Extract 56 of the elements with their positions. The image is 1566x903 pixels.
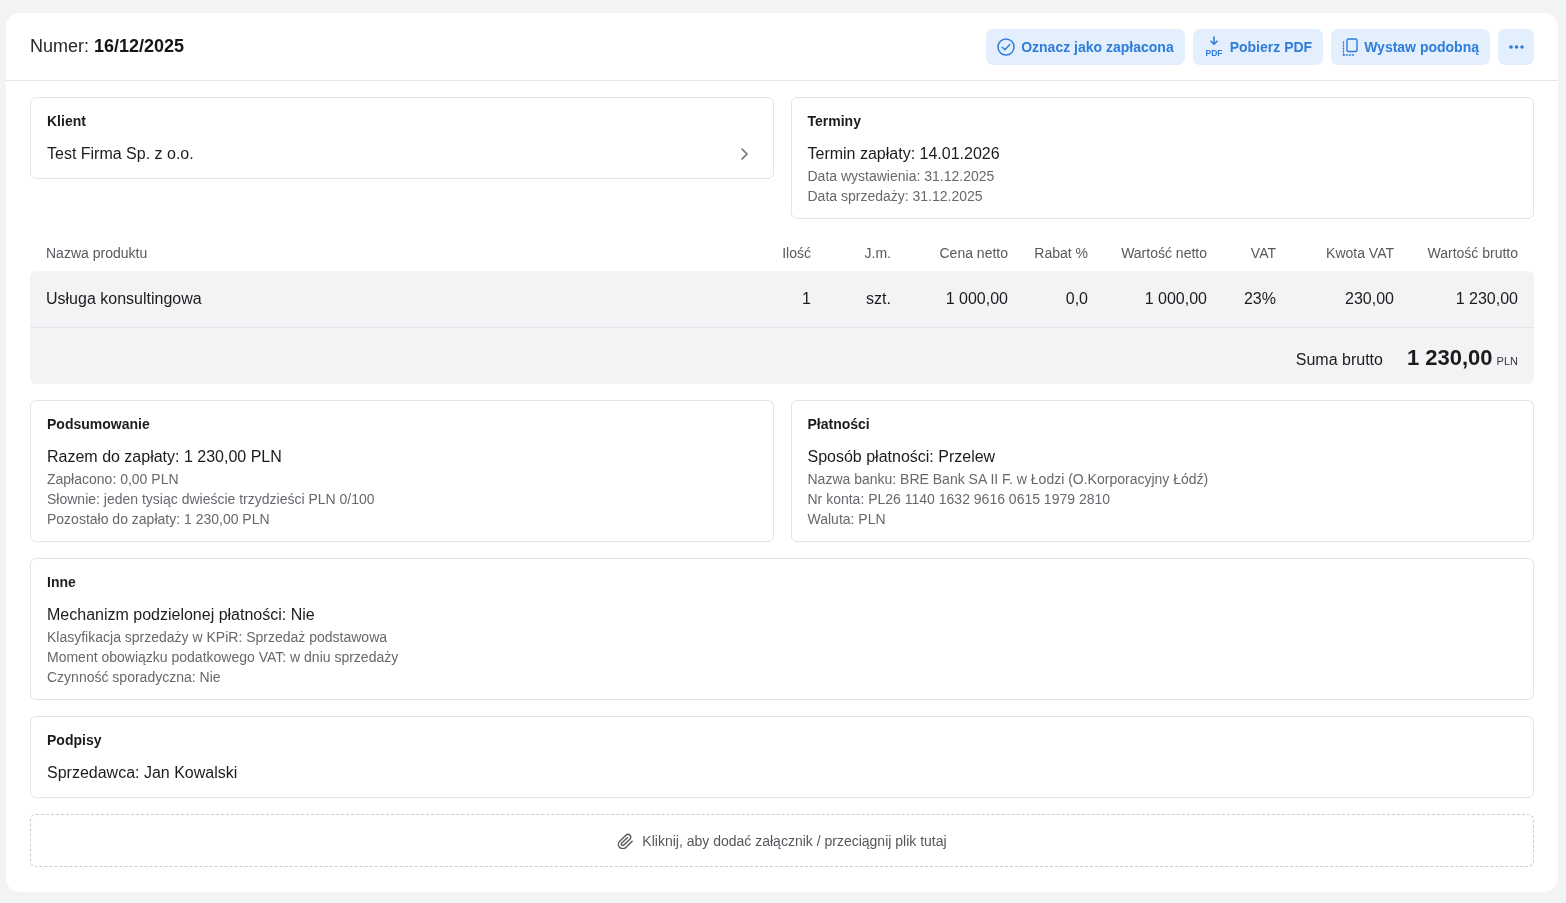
- card-detail: Nr konta: PL26 1140 1632 9616 0615 1979 2810: [807, 490, 1111, 509]
- card-detail: Moment obowiązku podatkowego VAT: w dniu sprzedaży: [47, 648, 399, 667]
- card-title: Podsumowanie: [47, 416, 150, 433]
- column-header: Cena netto: [939, 245, 1008, 261]
- download-pdf-button[interactable]: PDF Pobierz PDF: [1192, 28, 1324, 65]
- card-value: Sposób płatności: Przelew: [807, 447, 996, 467]
- column-header: Kwota VAT: [1326, 245, 1394, 261]
- table-cell: 23%: [1243, 290, 1276, 308]
- table-cell: Usługa konsultingowa: [46, 290, 202, 308]
- column-header: Rabat %: [1034, 245, 1088, 261]
- table-cell: 1 000,00: [945, 290, 1008, 308]
- card-value: Mechanizm podzielonej płatności: Nie: [47, 605, 315, 625]
- card-detail: Zapłacono: 0,00 PLN: [47, 470, 179, 489]
- table-cell: 230,00: [1345, 290, 1394, 308]
- card-detail: Nazwa banku: BRE Bank SA II F. w Łodzi (O.Korporacyjny Łódź): [807, 470, 1209, 489]
- currency-label: PLN: [1496, 355, 1518, 367]
- client-card[interactable]: Klient Test Firma Sp. z o.o.: [30, 97, 774, 179]
- card-detail: Waluta: PLN: [807, 510, 886, 529]
- duplicate-button[interactable]: Wystaw podobną: [1331, 28, 1490, 65]
- table-cell: szt.: [866, 290, 891, 308]
- table-cell: 1 230,00: [1455, 290, 1518, 308]
- more-button[interactable]: [1498, 28, 1534, 65]
- table-cell: 1 000,00: [1144, 290, 1207, 308]
- card-value: Termin zapłaty: 14.01.2026: [807, 144, 1000, 164]
- mark-paid-button[interactable]: Oznacz jako zapłacona: [986, 28, 1185, 65]
- column-header: Wartość brutto: [1427, 245, 1518, 261]
- card-detail: Data sprzedaży: 31.12.2025: [807, 187, 983, 206]
- card-detail: Data wystawienia: 31.12.2025: [807, 167, 995, 186]
- column-header: Nazwa produktu: [46, 245, 148, 261]
- invoice-number: Numer: 16/12/2025: [30, 36, 185, 57]
- column-header: Ilość: [782, 245, 811, 261]
- card-detail: Słownie: jeden tysiąc dwieście trzydzieści PLN 0/100: [47, 490, 375, 509]
- card-detail: Klasyfikacja sprzedaży w KPiR: Sprzedaż podstawowa: [47, 628, 388, 647]
- card-value: Test Firma Sp. z o.o.: [47, 144, 194, 164]
- card-title: Terminy: [807, 113, 861, 130]
- card-value: Sprzedawca: Jan Kowalski: [47, 763, 238, 783]
- more-icon: [1508, 44, 1524, 49]
- column-header: VAT: [1250, 245, 1276, 261]
- column-header: Wartość netto: [1121, 245, 1207, 261]
- column-header: J.m.: [864, 245, 891, 261]
- table-cell: 0,0: [1065, 290, 1088, 308]
- card-title: Płatności: [807, 416, 870, 433]
- attachment-dropzone[interactable]: Kliknij, aby dodać załącznik / przeciągnij plik tutaj: [30, 814, 1534, 867]
- card-detail: Czynność sporadyczna: Nie: [47, 668, 221, 687]
- paperclip-icon: [617, 832, 635, 849]
- check-circle-icon: [997, 37, 1016, 56]
- total-amount: 1 230,00: [1406, 345, 1493, 371]
- total-label: Suma brutto: [1295, 351, 1383, 369]
- card-title: Klient: [47, 113, 86, 130]
- card-value: Razem do zapłaty: 1 230,00 PLN: [47, 447, 282, 467]
- card-title: Podpisy: [47, 732, 102, 749]
- card-title: Inne: [47, 574, 76, 591]
- card-detail: Pozostało do zapłaty: 1 230,00 PLN: [47, 510, 270, 529]
- table-cell: 1: [802, 290, 811, 308]
- copy-icon: [1342, 37, 1359, 56]
- chevron-right-icon: [740, 148, 748, 160]
